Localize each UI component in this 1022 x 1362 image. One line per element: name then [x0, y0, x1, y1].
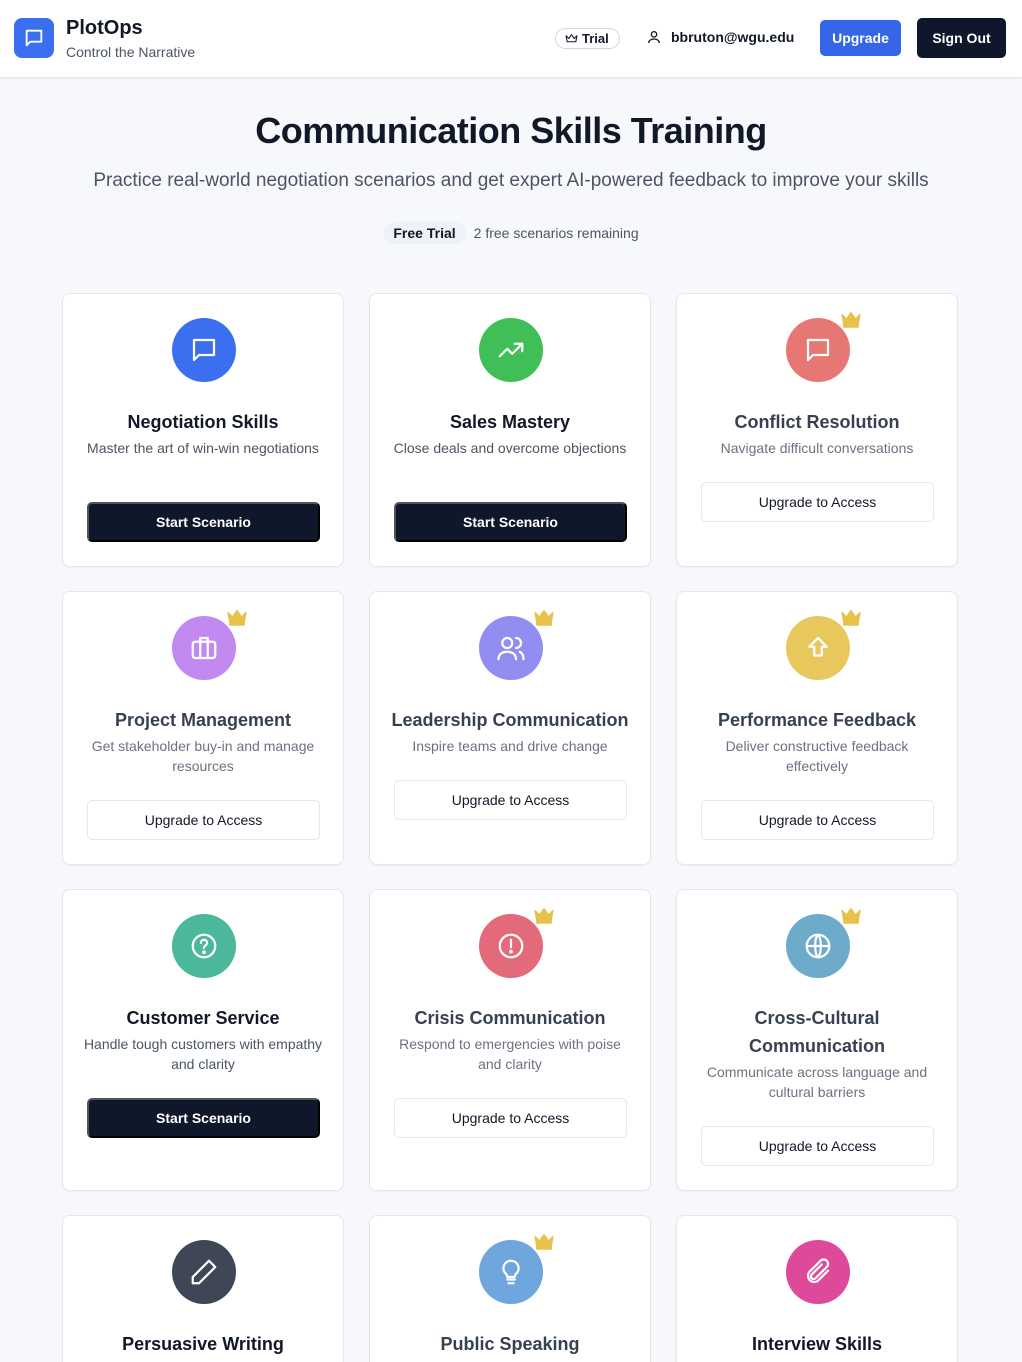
trial-label: Trial — [582, 31, 609, 46]
scenario-description: Close deals and overcome objections — [393, 440, 627, 456]
user-icon — [648, 31, 660, 44]
brand-name: PlotOps — [66, 17, 143, 39]
scenario-card-conflict-resolution: Conflict Resolution Navigate difficult co… — [676, 293, 958, 567]
page-subtitle: Practice real-world negotiation scenario… — [93, 170, 929, 191]
plotops-logo[interactable] — [14, 18, 54, 58]
trial-status: Free Trial 2 free scenarios remaining — [0, 222, 1022, 244]
scenario-description: Respond to emergencies with poise and cl… — [399, 1036, 621, 1072]
scenario-title: Interview Skills — [751, 1334, 883, 1354]
scenario-description: Navigate difficult conversations — [720, 440, 914, 456]
message-icon — [25, 29, 43, 47]
premium-crown-icon — [533, 906, 555, 929]
message-icon — [806, 338, 830, 362]
scenario-description: Inspire teams and drive change — [412, 738, 608, 754]
scenario-icon-badge — [786, 1240, 850, 1304]
scenario-card-performance-feedback: Performance Feedback Deliver constructive… — [676, 591, 958, 865]
upgrade-to-access-button[interactable]: Upgrade to Access — [701, 1126, 934, 1166]
scenario-title: Performance Feedback — [717, 710, 917, 730]
pen-icon — [191, 1259, 217, 1285]
scenario-title: Cross-Cultural Communication — [748, 1008, 885, 1056]
help-circle-icon — [191, 933, 217, 959]
scenario-card-public-speaking: Public Speaking — [369, 1215, 651, 1362]
scenario-title: Leadership Communication — [391, 710, 629, 730]
upgrade-to-access-button[interactable]: Upgrade to Access — [394, 1098, 627, 1138]
top-header: PlotOps Control the Narrative Trial bbru… — [0, 0, 1022, 78]
scenario-title: Conflict Resolution — [734, 412, 900, 432]
start-scenario-button[interactable]: Start Scenario — [87, 1098, 320, 1138]
premium-crown-icon — [840, 906, 862, 929]
premium-crown-icon — [533, 608, 555, 631]
trial-badge: Trial — [555, 28, 620, 49]
users-icon — [497, 636, 525, 661]
premium-crown-icon — [226, 608, 248, 631]
scenario-title: Crisis Communication — [414, 1008, 606, 1028]
briefcase-icon — [191, 636, 217, 660]
scenario-icon-badge — [479, 318, 543, 382]
premium-crown-icon — [533, 1232, 555, 1255]
arrow-up-icon — [808, 636, 828, 657]
scenario-card-persuasive-writing: Persuasive Writing — [62, 1215, 344, 1362]
scenario-card-cross-cultural-communication: Cross-Cultural Communication Communicate … — [676, 889, 958, 1191]
scenario-title: Sales Mastery — [449, 412, 571, 432]
brand-tagline: Control the Narrative — [66, 44, 196, 60]
scenario-card-project-management: Project Management Get stakeholder buy-in… — [62, 591, 344, 865]
scenario-description: Deliver constructive feedback effectivel… — [725, 738, 909, 774]
sign-out-button[interactable]: Sign Out — [917, 18, 1006, 58]
crown-icon — [565, 34, 578, 43]
scenario-card-crisis-communication: Crisis Communication Respond to emergenci… — [369, 889, 651, 1191]
scenario-card-customer-service: Customer Service Handle tough customers w… — [62, 889, 344, 1191]
scenario-icon-badge — [172, 914, 236, 978]
scenario-title: Persuasive Writing — [122, 1334, 284, 1354]
globe-icon — [805, 933, 831, 959]
message-icon — [192, 338, 216, 362]
scenario-title: Project Management — [114, 710, 292, 730]
upgrade-to-access-button[interactable]: Upgrade to Access — [701, 800, 934, 840]
scenario-description: Communicate across language and cultural… — [706, 1064, 928, 1100]
page-title: Communication Skills Training — [255, 110, 767, 151]
scenario-title: Customer Service — [126, 1008, 280, 1028]
start-scenario-button[interactable]: Start Scenario — [87, 502, 320, 542]
upgrade-button[interactable]: Upgrade — [820, 20, 901, 56]
scenarios-remaining: 2 free scenarios remaining — [473, 225, 639, 241]
scenario-card-leadership-communication: Leadership Communication Inspire teams an… — [369, 591, 651, 865]
scenario-description: Get stakeholder buy-in and manage resour… — [91, 738, 315, 774]
user-email: bbruton@wgu.edu — [671, 29, 795, 45]
scenario-title: Negotiation Skills — [127, 412, 279, 432]
scenario-icon-badge — [172, 318, 236, 382]
scenario-card-interview-skills: Interview Skills — [676, 1215, 958, 1362]
alert-circle-icon — [498, 933, 524, 959]
scenario-description: Handle tough customers with empathy and … — [83, 1036, 323, 1072]
start-scenario-button[interactable]: Start Scenario — [394, 502, 627, 542]
scenario-card-sales-mastery: Sales Mastery Close deals and overcome ob… — [369, 293, 651, 567]
lightbulb-icon — [502, 1259, 520, 1285]
premium-crown-icon — [840, 310, 862, 333]
user-account[interactable]: bbruton@wgu.edu — [646, 29, 794, 45]
paperclip-icon — [806, 1258, 830, 1284]
scenario-icon-badge — [172, 1240, 236, 1304]
upgrade-to-access-button[interactable]: Upgrade to Access — [701, 482, 934, 522]
premium-crown-icon — [840, 608, 862, 631]
upgrade-to-access-button[interactable]: Upgrade to Access — [394, 780, 627, 820]
trending-up-icon — [498, 342, 524, 358]
scenario-card-negotiation-skills: Negotiation Skills Master the art of win-… — [62, 293, 344, 567]
scenario-description: Master the art of win-win negotiations — [87, 440, 319, 456]
upgrade-to-access-button[interactable]: Upgrade to Access — [87, 800, 320, 840]
scenario-title: Public Speaking — [440, 1334, 580, 1354]
free-trial-badge: Free Trial — [383, 222, 466, 244]
